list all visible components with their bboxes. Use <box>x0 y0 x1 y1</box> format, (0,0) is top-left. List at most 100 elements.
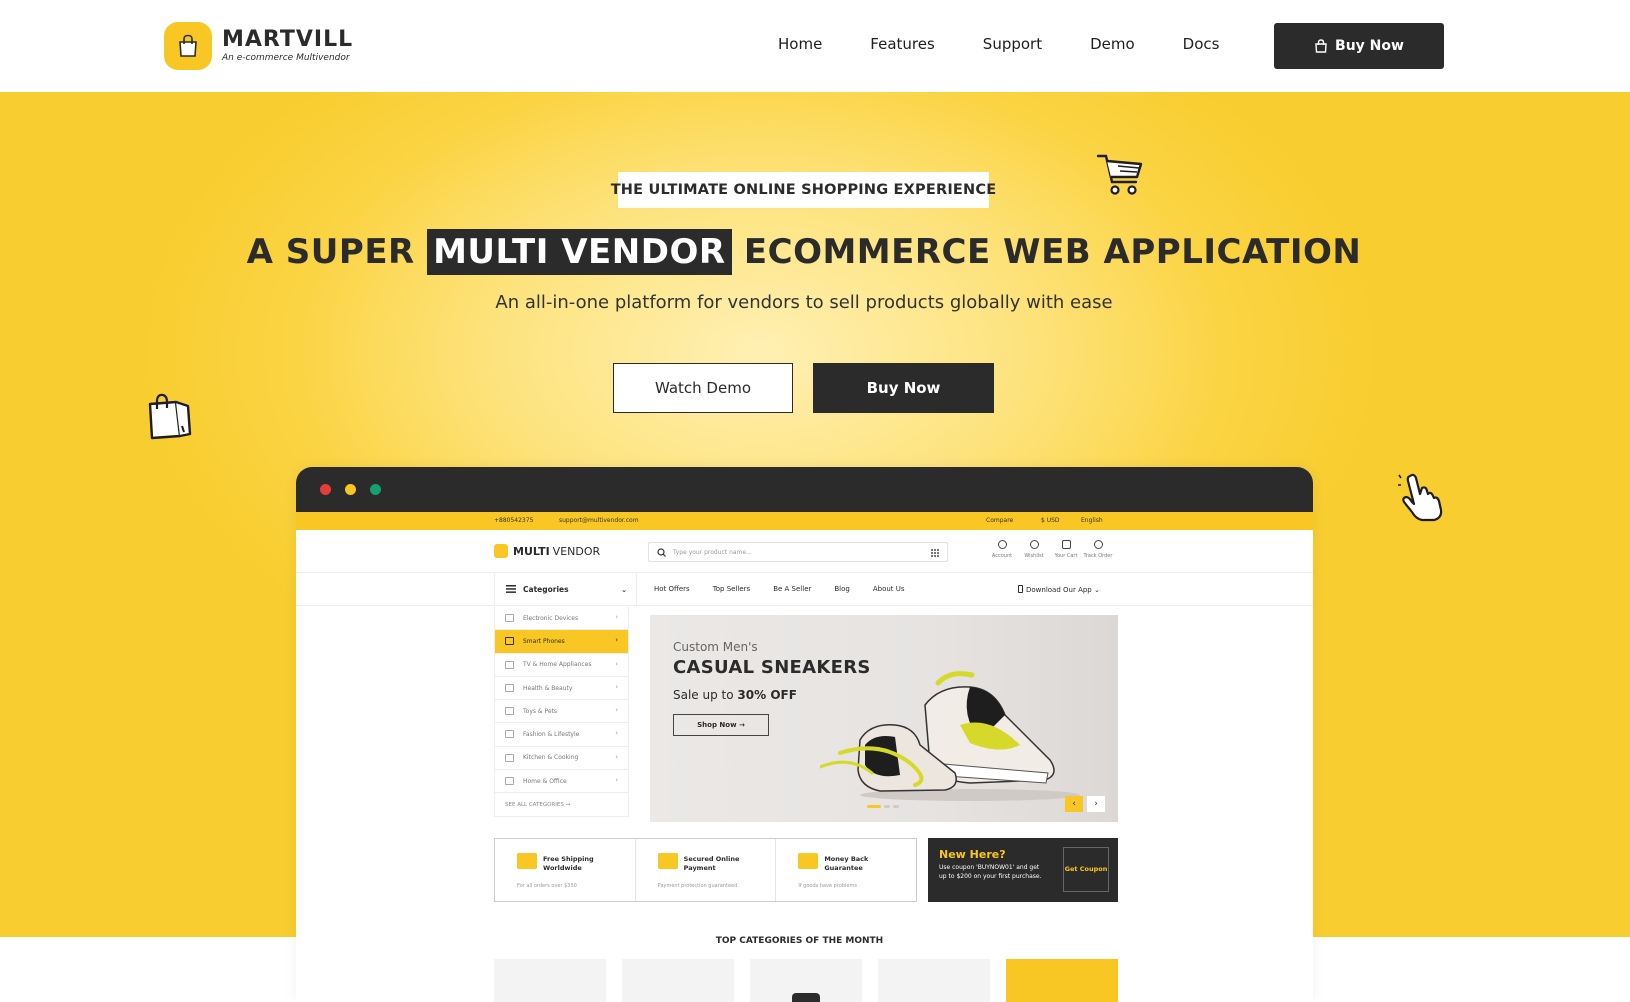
preview-phone: +880542375 <box>494 517 534 524</box>
category-label: Health & Beauty <box>523 684 573 692</box>
banner-sale-pre: Sale up to <box>673 688 734 702</box>
shop-now-button[interactable]: Shop Now → <box>673 714 769 736</box>
credit-card-icon <box>657 853 678 869</box>
category-item-active[interactable]: Smart Phones › <box>494 630 629 654</box>
category-item[interactable]: TV & Home Appliances › <box>494 653 629 677</box>
category-card[interactable] <box>494 959 606 1002</box>
preview-header: MULTI VENDOR Type your product name... A… <box>296 530 1313 573</box>
feature-title: Money Back Guarantee <box>824 855 869 872</box>
banner-dot[interactable] <box>884 805 890 808</box>
preview-cart[interactable]: Your Cart <box>1050 540 1082 559</box>
shopping-bag-icon <box>1315 39 1327 53</box>
nav-link-home[interactable]: Home <box>778 35 822 53</box>
category-card[interactable] <box>750 959 862 1002</box>
preview-logo-light: VENDOR <box>552 544 601 558</box>
nav-link-support[interactable]: Support <box>983 35 1042 53</box>
window-maximize-dot <box>370 484 381 495</box>
truck-icon <box>517 853 537 869</box>
banner-dot-active[interactable] <box>867 805 881 808</box>
money-icon <box>798 853 819 869</box>
preview-currency[interactable]: $ USD <box>1041 517 1060 524</box>
hero-eyebrow: THE ULTIMATE ONLINE SHOPPING EXPERIENCE <box>611 172 996 208</box>
watch-demo-button[interactable]: Watch Demo <box>613 363 793 413</box>
category-item[interactable]: Fashion & Lifestyle › <box>494 723 629 747</box>
category-card[interactable] <box>878 959 990 1002</box>
shirt-icon <box>505 730 514 739</box>
preview-logo[interactable]: MULTI VENDOR <box>494 544 600 558</box>
preview-menu-be-a-seller[interactable]: Be A Seller <box>773 585 811 593</box>
headline-highlight: MULTI VENDOR <box>427 229 732 275</box>
category-item[interactable]: Electronic Devices › <box>494 607 629 631</box>
top-categories-label: TOP CATEGORIES OF THE MONTH <box>715 936 884 946</box>
chevron-right-icon: › <box>615 682 618 691</box>
search-icon <box>657 548 666 557</box>
preview-menu-hot-offers[interactable]: Hot Offers <box>654 585 690 593</box>
category-card[interactable] <box>1006 959 1118 1002</box>
shopping-bag-outline-icon <box>148 393 192 440</box>
grid-icon <box>931 549 939 557</box>
nav-link-docs[interactable]: Docs <box>1183 35 1220 53</box>
smartphone-icon <box>505 637 514 646</box>
hero-buy-now-button[interactable]: Buy Now <box>813 363 994 413</box>
kitchen-icon <box>505 753 514 762</box>
category-label: Toys & Pets <box>523 707 558 715</box>
category-item[interactable]: Kitchen & Cooking › <box>494 746 629 771</box>
preview-coupon-card: New Here? Use coupon 'BUYNOW01' and get … <box>928 838 1118 902</box>
preview-download-app[interactable]: Download Our App ⌄ <box>1018 585 1100 594</box>
nav-link-features[interactable]: Features <box>870 35 935 53</box>
feature-money-back: Money Back Guarantee If goods have probl… <box>776 839 916 901</box>
jacket-image <box>792 993 820 1002</box>
banner-next-button[interactable]: › <box>1087 796 1105 812</box>
nav-buy-now-button[interactable]: Buy Now <box>1274 23 1444 69</box>
preview-language[interactable]: English <box>1081 517 1103 524</box>
get-coupon-button[interactable]: Get Coupon <box>1063 847 1109 892</box>
preview-search-input[interactable]: Type your product name... <box>648 542 948 562</box>
category-item[interactable]: Toys & Pets › <box>494 700 629 724</box>
sneaker-image <box>820 671 1080 801</box>
coupon-title: New Here? <box>939 848 1006 861</box>
preview-menu-blog[interactable]: Blog <box>834 585 849 593</box>
preview-features: Free Shipping Worldwide For all orders o… <box>494 838 917 902</box>
category-label: Smart Phones <box>523 637 565 645</box>
category-label: TV & Home Appliances <box>523 661 592 669</box>
feature-subtitle: If goods have problems <box>798 883 857 889</box>
tv-icon <box>505 660 514 669</box>
feature-subtitle: Payment protection guaranteed <box>657 883 738 889</box>
hand-cursor-icon <box>1398 473 1443 522</box>
office-icon <box>505 777 514 786</box>
preview-categories-toggle[interactable]: Categories ⌄ <box>494 573 637 606</box>
preview-track-order[interactable]: Track Order <box>1082 540 1114 559</box>
preview-menu-about-us[interactable]: About Us <box>873 585 905 593</box>
brand-logo[interactable]: MARTVILL An e-commerce Multivendor <box>164 22 353 70</box>
user-icon <box>997 540 1007 549</box>
banner-sale-value: 30% OFF <box>737 688 797 702</box>
window-minimize-dot <box>345 484 356 495</box>
nav-link-demo[interactable]: Demo <box>1090 35 1135 53</box>
preview-account[interactable]: Account <box>986 540 1018 559</box>
headline-pre: A SUPER <box>246 232 415 272</box>
preview-wishlist-label: Wishlist <box>1024 553 1044 559</box>
hero-subline: An all-in-one platform for vendors to se… <box>495 292 1113 313</box>
preview-download-app-label: Download Our App <box>1026 586 1092 594</box>
preview-logo-mark <box>494 544 508 558</box>
preview-compare[interactable]: Compare <box>986 517 1013 524</box>
preview-wishlist[interactable]: Wishlist <box>1018 540 1050 559</box>
preview-menu: Hot Offers Top Sellers Be A Seller Blog … <box>654 585 928 593</box>
preview-search-placeholder: Type your product name... <box>673 549 752 556</box>
category-label: Electronic Devices <box>523 614 579 622</box>
preview-menu-top-sellers[interactable]: Top Sellers <box>713 585 751 593</box>
category-item[interactable]: Home & Office › <box>494 770 629 794</box>
banner-dot[interactable] <box>893 805 899 808</box>
category-card[interactable] <box>622 959 734 1002</box>
feature-subtitle: For all orders over $350 <box>517 883 577 889</box>
banner-pagination <box>867 805 902 808</box>
see-all-categories-link[interactable]: SEE ALL CATEGORIES → <box>494 793 629 817</box>
category-label: Kitchen & Cooking <box>523 754 579 762</box>
chevron-right-icon: › <box>615 659 618 668</box>
beauty-icon <box>505 683 514 692</box>
category-label: Fashion & Lifestyle <box>523 731 580 739</box>
category-item[interactable]: Health & Beauty › <box>494 676 629 701</box>
banner-prev-button[interactable]: ‹ <box>1065 796 1083 812</box>
top-category-cards <box>494 959 1134 1002</box>
feature-shipping: Free Shipping Worldwide For all orders o… <box>495 839 636 901</box>
